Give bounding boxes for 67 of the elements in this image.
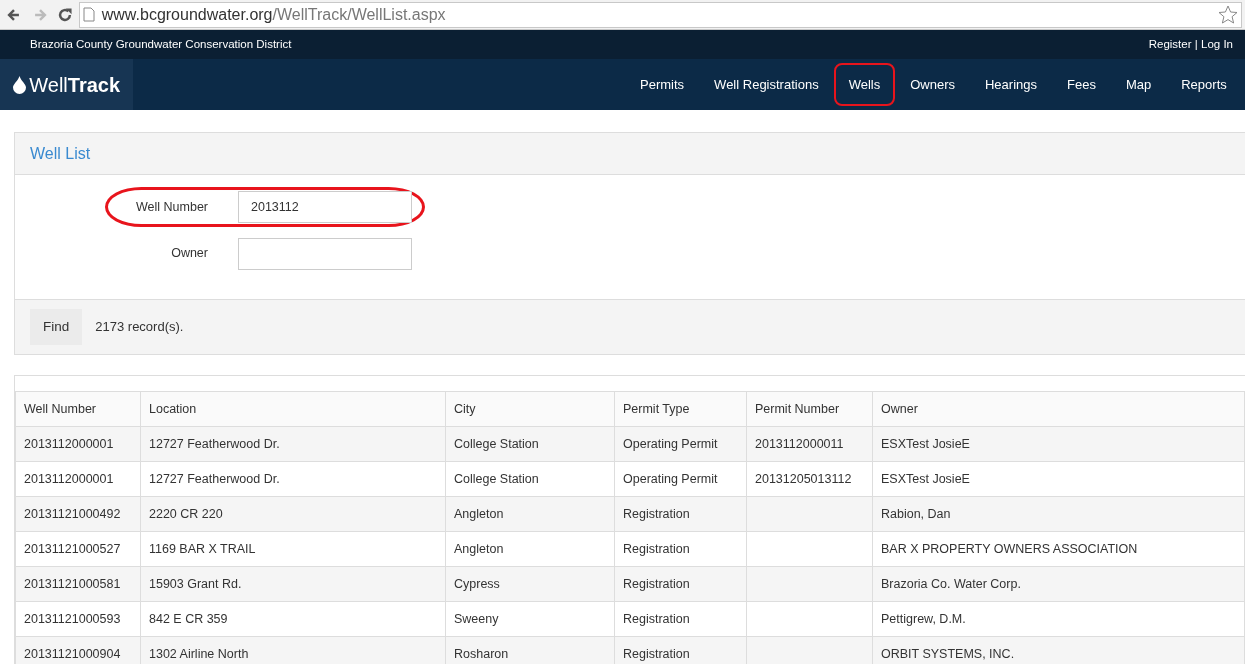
table-cell: Registration — [614, 636, 747, 664]
nav-link[interactable]: Reports — [1166, 62, 1242, 107]
column-header: Location — [140, 391, 446, 427]
login-link[interactable]: Log In — [1201, 35, 1233, 54]
nav-link[interactable]: Wells — [833, 62, 896, 107]
url-text: www.bcgroundwater.org/WellTrack/WellList.aspx — [101, 4, 447, 25]
table-cell: 2013112000011 — [746, 426, 873, 462]
record-count: 2173 record(s). — [95, 318, 184, 337]
table-cell: ORBIT SYSTEMS, INC. — [872, 636, 1245, 664]
table-cell: Operating Permit — [614, 461, 747, 497]
nav-link[interactable]: Permits — [625, 62, 700, 107]
table-cell: Angleton — [445, 496, 615, 532]
table-cell: 12727 Featherwood Dr. — [140, 461, 446, 497]
table-cell: 1169 BAR X TRAIL — [140, 531, 446, 567]
table-cell: Registration — [614, 496, 747, 532]
column-header: Permit Number — [746, 391, 873, 427]
table-cell: Registration — [614, 601, 747, 637]
nav-link[interactable]: Well Registrations — [699, 62, 834, 107]
table-cell: 20131121000904 — [15, 636, 141, 664]
table-cell: Brazoria Co. Water Corp. — [872, 566, 1245, 602]
table-cell: Registration — [614, 531, 747, 567]
panel-title: Well List — [30, 143, 91, 164]
register-link[interactable]: Register — [1148, 35, 1192, 54]
table-cell: 20131121000581 — [15, 566, 141, 602]
find-button[interactable]: Find — [30, 308, 83, 346]
table-cell: 1302 Airline North — [140, 636, 446, 664]
table-cell: 20131121000492 — [15, 496, 141, 532]
table-cell: Rabion, Dan — [872, 496, 1245, 532]
column-header: Well Number — [15, 391, 141, 427]
input-field[interactable] — [238, 237, 412, 270]
table-cell: College Station — [445, 426, 615, 462]
table-cell: Rosharon — [445, 636, 615, 664]
drop-icon — [13, 75, 26, 94]
field-label: Well Number — [135, 198, 209, 216]
organization-name: Brazoria County Groundwater Conservation District — [30, 36, 292, 52]
nav-link[interactable]: Map — [1110, 62, 1167, 107]
table-cell: 20131121000593 — [15, 601, 141, 637]
table-cell: 20131205013112 — [746, 461, 873, 497]
table-cell: BAR X PROPERTY OWNERS ASSOCIATION — [872, 531, 1245, 567]
table-cell: ESXTest JosieE — [872, 426, 1245, 462]
table-cell: ESXTest JosieE — [872, 461, 1245, 497]
column-header: City — [445, 391, 615, 427]
table-cell: Registration — [614, 566, 747, 602]
separator: | — [1194, 36, 1198, 52]
table-cell: 2013112000001 — [15, 426, 141, 462]
table-cell: College Station — [445, 461, 615, 497]
input-field[interactable]: 2013112 — [238, 191, 412, 223]
address-bar[interactable]: www.bcgroundwater.org/WellTrack/WellList.aspx — [79, 1, 1242, 28]
field-label: Owner — [170, 245, 209, 263]
table-cell: Angleton — [445, 531, 615, 567]
table-cell: 842 E CR 359 — [140, 601, 446, 637]
table-cell: Pettigrew, D.M. — [872, 601, 1245, 637]
column-header: Owner — [872, 391, 1245, 427]
table-cell: Operating Permit — [614, 426, 747, 462]
table-cell: 12727 Featherwood Dr. — [140, 426, 446, 462]
table-cell: 15903 Grant Rd. — [140, 566, 446, 602]
column-header: Permit Type — [614, 391, 747, 427]
table-cell: 2013112000001 — [15, 461, 141, 497]
nav-link[interactable]: Fees — [1052, 62, 1111, 107]
table-cell: Sweeny — [445, 601, 615, 637]
table-cell: 20131121000527 — [15, 531, 141, 567]
table-cell: 2220 CR 220 — [140, 496, 446, 532]
star-icon[interactable] — [1217, 4, 1238, 25]
nav-link[interactable]: Hearings — [970, 62, 1052, 107]
nav-link[interactable]: Owners — [895, 62, 970, 107]
table-cell: Cypress — [445, 566, 615, 602]
page-icon — [83, 7, 96, 22]
